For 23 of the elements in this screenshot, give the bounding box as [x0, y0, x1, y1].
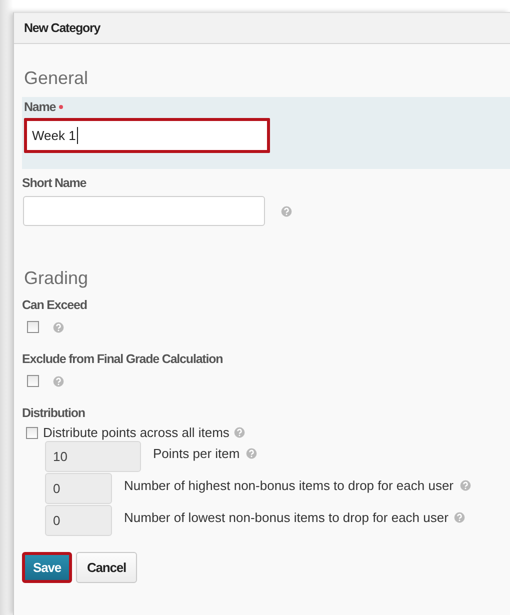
checkbox-label: Distribute points across all items	[43, 425, 230, 440]
short-name-input-field[interactable]	[23, 196, 265, 226]
name-input-field[interactable]: Week 1	[24, 118, 270, 153]
dialog-title: New Category	[14, 13, 510, 44]
field-label: Number of highest non-bonus items to drop for each user	[124, 478, 454, 493]
checkbox[interactable]	[26, 426, 38, 438]
checkbox[interactable]	[27, 321, 39, 333]
checkbox[interactable]	[27, 375, 39, 387]
section-heading: Grading	[24, 268, 90, 289]
field-label: Points per item	[153, 446, 240, 461]
cancel-button[interactable]: Cancel	[76, 552, 137, 583]
field-label: Exclude from Final Grade Calculation	[22, 352, 223, 366]
field-label: Number of lowest non-bonus items to drop for each user	[124, 510, 448, 525]
field-label: Can Exceed	[22, 298, 87, 312]
save-button[interactable]: Save	[22, 552, 72, 583]
help-icon[interactable]	[53, 376, 64, 386]
field-label: Short Name	[22, 176, 86, 190]
field-label: Distribution	[22, 406, 85, 420]
field-label: Name	[24, 100, 56, 114]
help-icon[interactable]	[281, 206, 292, 216]
section-heading: General	[24, 68, 90, 89]
help-icon[interactable]	[234, 427, 246, 438]
help-icon[interactable]	[53, 322, 64, 332]
